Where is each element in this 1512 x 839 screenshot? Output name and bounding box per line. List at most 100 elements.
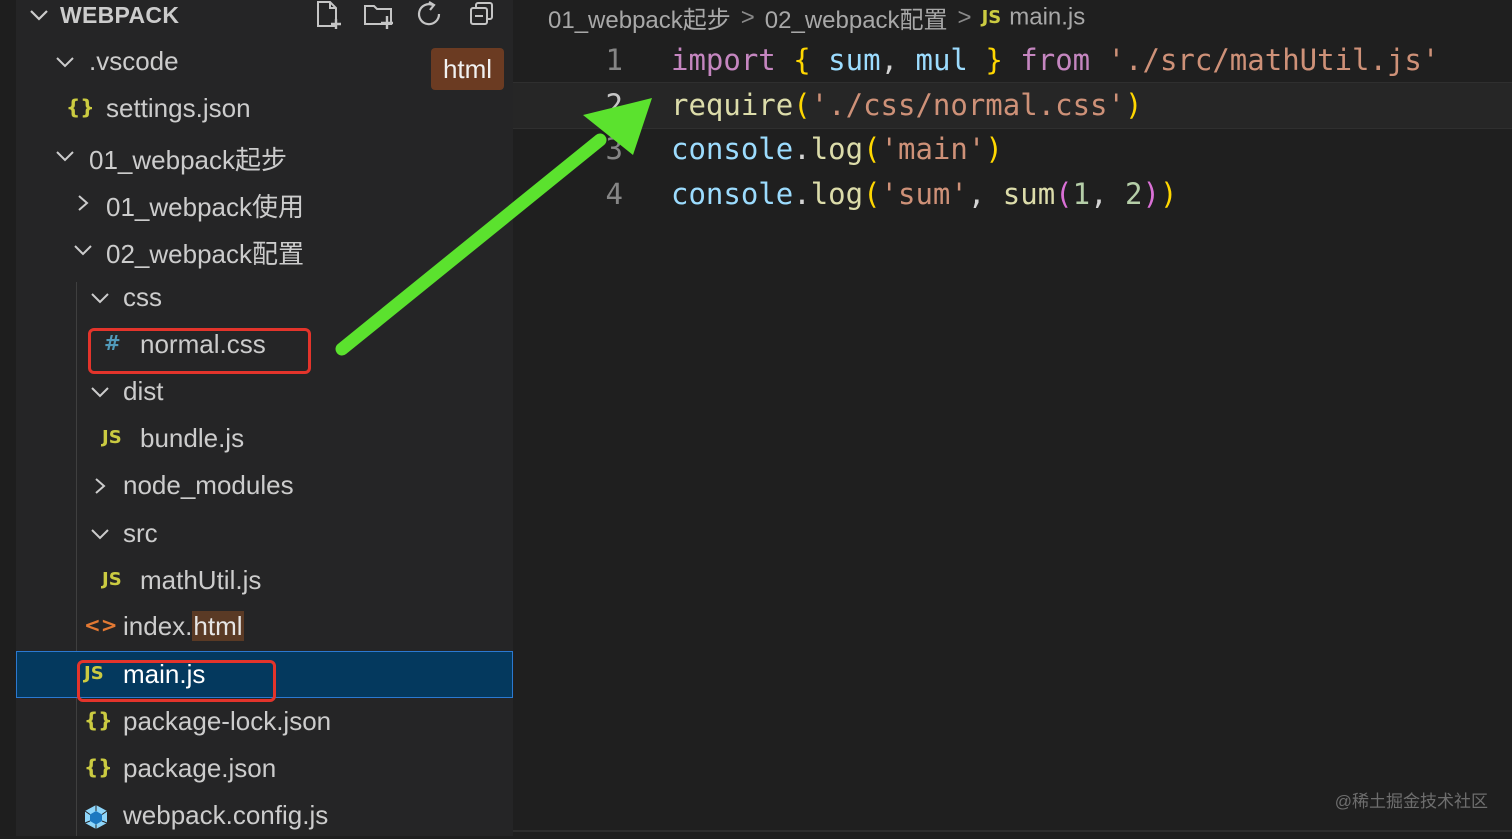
tree-file-mathutil-js[interactable]: JS mathUtil.js — [16, 557, 513, 604]
chevron-right-icon: > — [957, 3, 972, 31]
breadcrumb-item[interactable]: 02_webpack配置 — [765, 7, 948, 34]
explorer-header[interactable]: WEBPACK — [0, 0, 513, 30]
editor-divider — [513, 830, 1512, 832]
code-token: import — [671, 43, 776, 77]
tree-folder-dist[interactable]: dist — [16, 368, 513, 415]
js-file-icon: JS — [981, 7, 1002, 28]
code-text: import { sum, mul } from './src/mathUtil… — [671, 38, 1439, 83]
search-match-highlight: html — [192, 611, 244, 641]
code-token: } — [985, 43, 1003, 77]
tree-item-label: src — [123, 518, 158, 548]
json-file-icon: {} — [84, 755, 113, 779]
line-number: 3 — [605, 132, 623, 166]
tree-item-label: bundle.js — [140, 423, 245, 453]
new-folder-icon[interactable] — [362, 0, 394, 30]
code-text: console.log('main') — [671, 127, 1003, 172]
code-line[interactable]: 4 console.log('sum', sum(1, 2)) — [513, 172, 1512, 217]
js-file-icon: JS — [102, 427, 122, 448]
code-line[interactable]: 1 import { sum, mul } from './src/mathUti… — [513, 38, 1512, 83]
new-file-icon[interactable] — [312, 0, 344, 30]
chevron-down-icon[interactable] — [28, 6, 50, 24]
code-token: ) — [1124, 88, 1143, 122]
tree-file-index-html[interactable]: <> index.html — [16, 603, 513, 650]
tree-item-label: package.json — [123, 753, 277, 783]
tree-folder-src[interactable]: src — [16, 510, 513, 557]
tree-item-label: dist — [123, 376, 164, 406]
code-token: 1 — [1072, 177, 1091, 211]
tree-folder-css[interactable]: css — [16, 274, 513, 321]
chevron-down-icon — [56, 151, 74, 162]
chevron-down-icon — [91, 293, 109, 304]
code-token: './src/mathUtil.js' — [1107, 43, 1440, 77]
webpack-cube-icon — [84, 805, 108, 829]
tree-item-label: mathUtil.js — [140, 565, 262, 595]
tree-folder-node-modules[interactable]: node_modules — [16, 462, 513, 509]
code-token: ) — [1159, 177, 1178, 211]
tree-item-label: package-lock.json — [123, 706, 332, 736]
activity-rail — [0, 0, 16, 836]
code-token: ( — [863, 132, 881, 166]
code-token: , — [1090, 177, 1126, 211]
explorer-sidebar: WEBPACK .vscode {} settings.json 01_webp… — [0, 0, 513, 836]
tree-item-label: node_modules — [123, 470, 294, 500]
code-token: ( — [793, 88, 811, 122]
code-token: 'sum' — [880, 177, 968, 211]
chevron-right-icon — [95, 478, 106, 494]
tree-file-package-lock-json[interactable]: {} package-lock.json — [16, 698, 513, 745]
tree-item-label: 02_webpack配置 — [106, 239, 304, 269]
tree-item-label: css — [123, 282, 162, 312]
breadcrumb: 01_webpack起步 >02_webpack配置 > JS main.js — [548, 0, 1085, 35]
code-token: console — [671, 177, 794, 211]
js-file-icon: JS — [102, 569, 122, 590]
tree-file-settings-json[interactable]: {} settings.json — [16, 85, 513, 132]
code-token: ( — [863, 177, 881, 211]
breadcrumb-item[interactable]: main.js — [1009, 4, 1085, 31]
refresh-icon[interactable] — [414, 0, 446, 30]
code-editor[interactable]: 01_webpack起步 >02_webpack配置 > JS main.js 1 imp… — [513, 0, 1512, 836]
code-token: log — [810, 132, 864, 166]
code-token: mul — [915, 43, 968, 77]
code-line[interactable]: 2 require('./css/normal.css') — [513, 82, 1512, 129]
code-token: 2 — [1125, 177, 1143, 211]
line-number: 1 — [605, 43, 623, 77]
explorer-title: WEBPACK — [60, 2, 180, 28]
json-file-icon: {} — [84, 708, 113, 732]
code-text: console.log('sum', sum(1, 2)) — [671, 172, 1177, 217]
code-token: log — [810, 177, 864, 211]
code-line[interactable]: 3 console.log('main') — [513, 127, 1512, 172]
tree-folder-01-webpack-qibu[interactable]: 01_webpack起步 — [16, 132, 513, 179]
code-token: './css/normal.css' — [810, 88, 1125, 122]
code-token: . — [793, 177, 811, 211]
tree-file-bundle-js[interactable]: JS bundle.js — [16, 415, 513, 462]
code-token: sum — [1002, 177, 1056, 211]
code-token: sum — [828, 43, 881, 77]
code-token: ) — [985, 132, 1003, 166]
collapse-all-icon[interactable] — [466, 0, 498, 30]
tree-file-package-json[interactable]: {} package.json — [16, 745, 513, 792]
code-token: ( — [1055, 177, 1073, 211]
annotation-box-normal-css — [88, 328, 311, 374]
tree-item-label: webpack.config.js — [123, 800, 329, 830]
html-file-icon: <> — [84, 613, 118, 637]
chevron-right-icon — [78, 195, 89, 211]
tree-item-label: 01_webpack使用 — [106, 192, 304, 222]
tree-folder-02-webpack-peizhi[interactable]: 02_webpack配置 — [16, 226, 513, 273]
tree-folder-01-webpack-shiyong[interactable]: 01_webpack使用 — [16, 179, 513, 226]
tree-file-webpack-config-js[interactable]: webpack.config.js — [16, 792, 513, 839]
code-token: require — [671, 88, 794, 122]
breadcrumb-item[interactable]: 01_webpack起步 — [548, 7, 731, 34]
code-token: from — [1020, 43, 1091, 77]
code-token: , — [967, 177, 1003, 211]
chevron-down-icon — [91, 387, 109, 398]
code-token: console — [671, 132, 794, 166]
watermark: @稀土掘金技术社区 — [1334, 792, 1488, 811]
annotation-box-main-js — [77, 660, 276, 702]
chevron-down-icon — [74, 245, 92, 256]
code-token: , — [880, 43, 916, 77]
code-token: . — [793, 132, 811, 166]
code-token: ) — [1142, 177, 1160, 211]
